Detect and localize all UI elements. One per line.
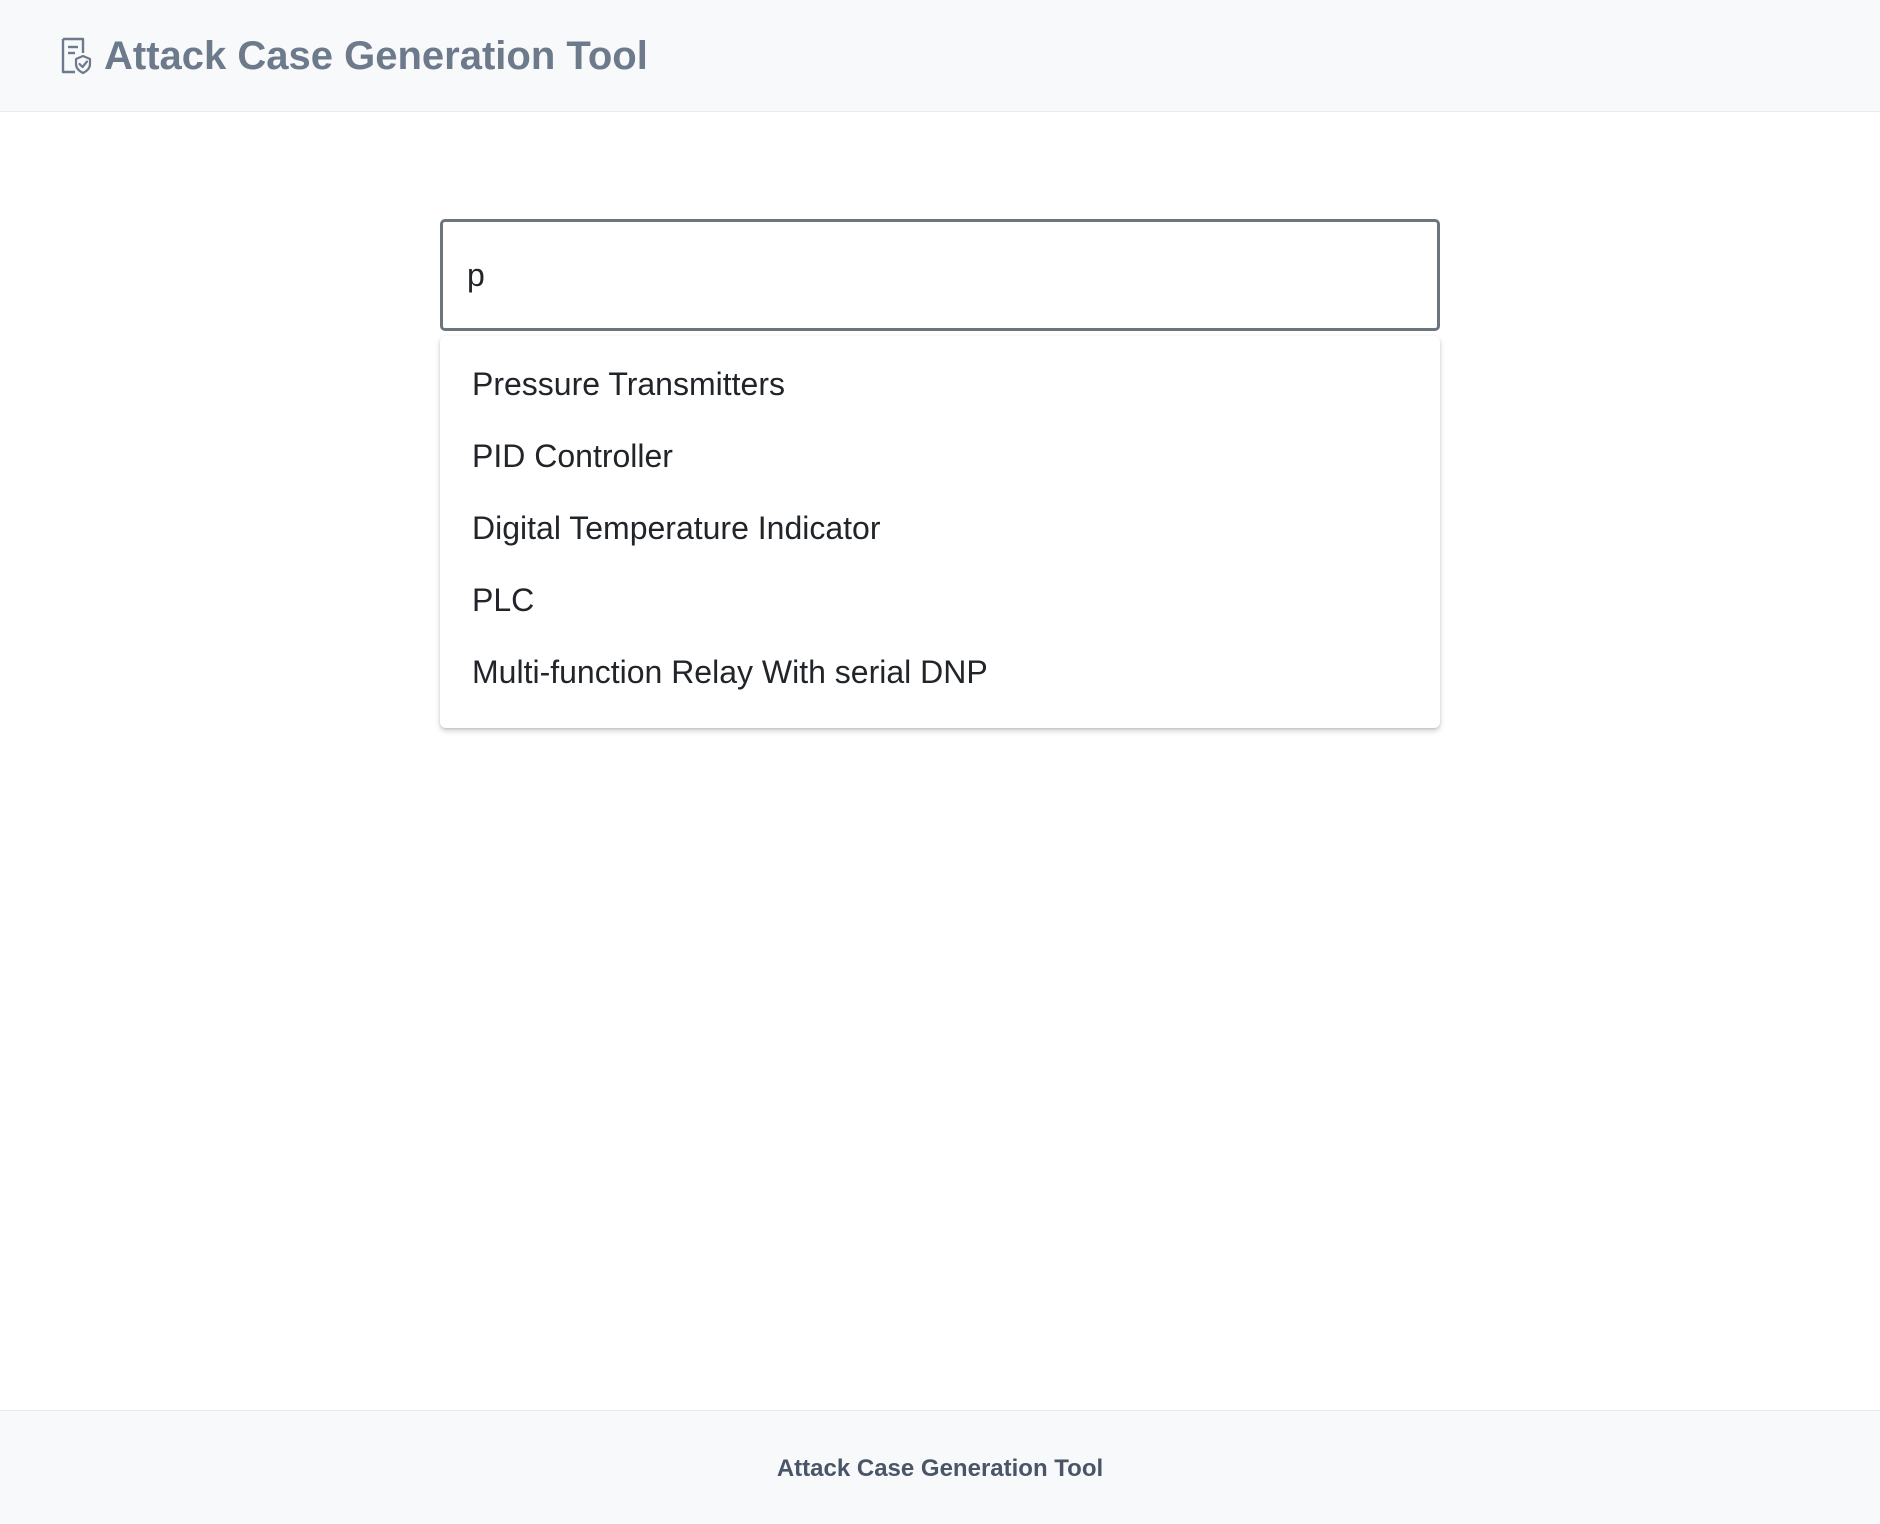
suggestion-item[interactable]: Pressure Transmitters: [440, 348, 1440, 420]
suggestion-item[interactable]: PID Controller: [440, 420, 1440, 492]
suggestion-item[interactable]: PLC: [440, 564, 1440, 636]
footer: Attack Case Generation Tool: [0, 1410, 1880, 1524]
device-search-input[interactable]: [440, 219, 1440, 331]
app-title: Attack Case Generation Tool: [104, 34, 648, 78]
suggestion-item[interactable]: Digital Temperature Indicator: [440, 492, 1440, 564]
search-container: [440, 219, 1440, 331]
suggestion-item[interactable]: Multi-function Relay With serial DNP: [440, 636, 1440, 708]
document-shield-icon: [60, 37, 92, 75]
autocomplete-dropdown: Pressure Transmitters PID Controller Dig…: [440, 336, 1440, 728]
top-navbar: Attack Case Generation Tool: [0, 0, 1880, 112]
footer-text: Attack Case Generation Tool: [776, 1455, 1104, 1482]
brand-link[interactable]: Attack Case Generation Tool: [60, 28, 648, 84]
